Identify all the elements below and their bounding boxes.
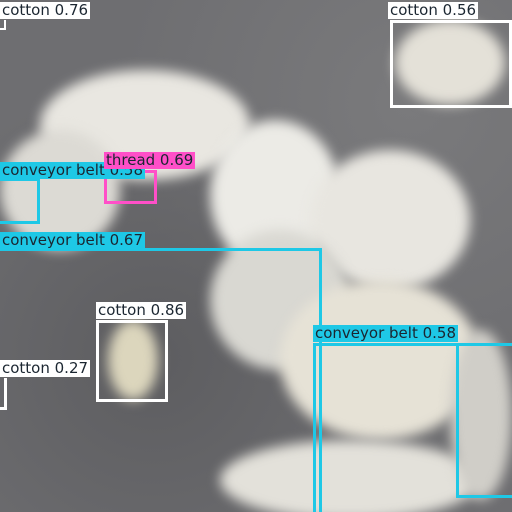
- cotton-left-box: [0, 378, 7, 410]
- cotton-mid-label: cotton 0.86: [96, 301, 187, 319]
- cotton-tr-box: [390, 20, 512, 108]
- cotton-left-label: cotton 0.27: [0, 359, 91, 377]
- conveyor-3-inner-box: [456, 343, 512, 498]
- conveyor-2-label: conveyor belt 0.67: [0, 231, 145, 249]
- conveyor-1-box: [0, 178, 40, 224]
- cotton-mid-box: [96, 320, 168, 402]
- cotton-tr-label: cotton 0.56: [388, 1, 479, 19]
- conveyor-3-label: conveyor belt 0.58: [313, 324, 458, 342]
- cotton-tl-label: cotton 0.76: [0, 1, 91, 19]
- thread-1-label: thread 0.69: [104, 151, 196, 169]
- cotton-tl-box: [0, 20, 6, 30]
- detection-image: cotton 0.76 cotton 0.56 conveyor belt 0.…: [0, 0, 512, 512]
